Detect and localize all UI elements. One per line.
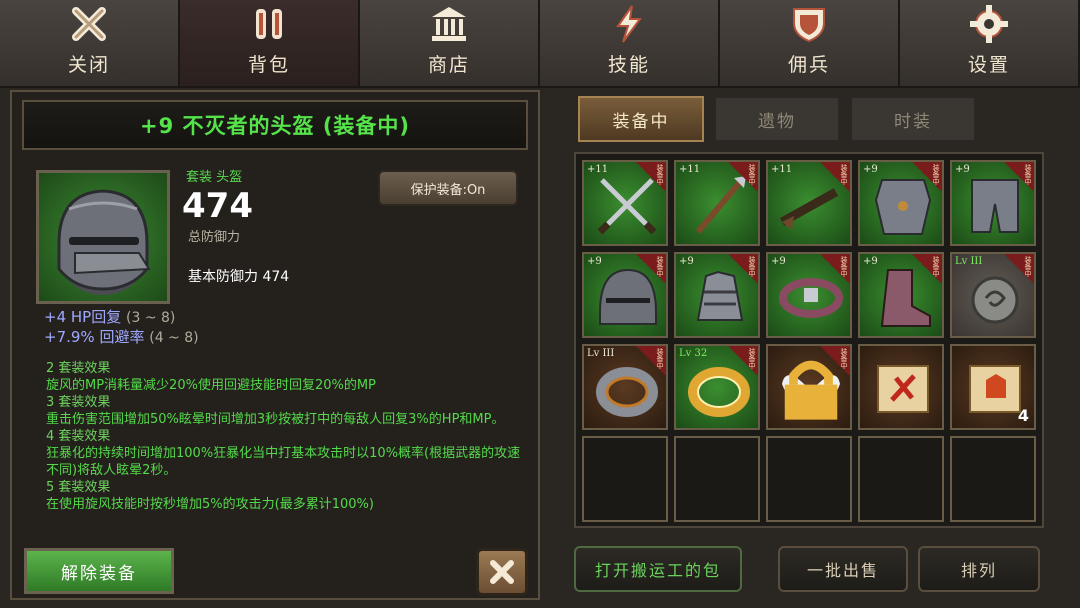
inventory-slot[interactable]: +9 装备中 <box>674 252 760 338</box>
stat-hp-regen: +4 HP回复 (3 ~ 8) <box>44 308 176 326</box>
set-effect-title: 3 套装效果 <box>46 395 111 410</box>
tab-mercenary[interactable]: 佣兵 <box>720 0 900 86</box>
equipped-badge: 装备中 <box>636 346 666 376</box>
set-effects-list: 2 套装效果 旋风的MP消耗量减少20%使用回避技能时回复20%的MP 3 套装… <box>46 360 530 513</box>
equipped-badge: 装备中 <box>636 254 666 284</box>
equipped-badge: 装备中 <box>820 162 850 192</box>
tab-settings[interactable]: 设置 <box>900 0 1080 86</box>
equipped-badge: 装备中 <box>1004 254 1034 284</box>
inventory-slot[interactable]: +11 装备中 <box>582 160 668 246</box>
item-level-label: +9 <box>955 164 970 175</box>
close-detail-button[interactable] <box>476 548 528 596</box>
tab-settings-label: 设置 <box>967 53 1010 76</box>
open-hauler-bag-button[interactable]: 打开搬运工的包 <box>574 546 742 592</box>
close-icon <box>490 560 514 584</box>
equipped-badge: 装备中 <box>728 254 758 284</box>
equipped-badge: 装备中 <box>636 162 666 192</box>
stat-evasion: +7.9% 回避率 (4 ~ 8) <box>44 328 199 346</box>
tab-skills-label: 技能 <box>607 53 650 76</box>
gear-icon <box>967 2 1011 46</box>
unequip-button[interactable]: 解除装备 <box>24 548 174 594</box>
set-effect-text: 重击伤害范围增加50%眩晕时间增加3秒按被打中的每敌人回复3%的HP和MP。 <box>46 412 505 427</box>
item-level-label: Lv III <box>955 256 983 267</box>
inventory-slot[interactable]: Lv 32 装备中 <box>674 344 760 430</box>
helmet-icon <box>36 170 170 304</box>
item-level-label: +9 <box>863 164 878 175</box>
top-navigation: 关闭 背包 商店 技能 佣兵 设置 <box>0 0 1080 88</box>
close-x-icon <box>67 2 111 46</box>
bulk-sell-button[interactable]: 一批出售 <box>778 546 908 592</box>
base-defense-text: 基本防御力 474 <box>188 269 290 285</box>
item-level-label: Lv III <box>587 348 615 359</box>
item-level-label: +9 <box>771 256 786 267</box>
tab-close-label: 关闭 <box>67 53 110 76</box>
inventory-slot-empty[interactable] <box>674 436 760 522</box>
inventory-slot[interactable]: +9 装备中 <box>582 252 668 338</box>
item-level-label: +9 <box>679 256 694 267</box>
tab-relics[interactable]: 遗物 <box>714 96 840 142</box>
sort-button[interactable]: 排列 <box>918 546 1040 592</box>
set-effect-title: 2 套装效果 <box>46 361 111 376</box>
tab-close[interactable]: 关闭 <box>0 0 180 86</box>
total-defense-label: 总防御力 <box>188 230 241 245</box>
equipped-badge: 装备中 <box>728 346 758 376</box>
scroll-red-icon <box>877 365 929 413</box>
set-effect-text: 在使用旋风技能时按秒增加5%的攻击力(最多累计100%) <box>46 497 374 512</box>
equipped-badge: 装备中 <box>912 254 942 284</box>
equipped-badge: 装备中 <box>820 254 850 284</box>
inventory-slot[interactable]: +11 装备中 <box>674 160 760 246</box>
inventory-slot-empty[interactable] <box>766 436 852 522</box>
item-level-label: +9 <box>587 256 602 267</box>
set-effect-text: 狂暴化的持续时间增加100%狂暴化当中打基本攻击时以10%概率(根据武器的攻速不… <box>46 446 521 478</box>
equipped-badge: 装备中 <box>728 162 758 192</box>
backpack-icon <box>247 2 291 46</box>
item-level-label: +11 <box>771 164 793 175</box>
tab-mercenary-label: 佣兵 <box>787 53 830 76</box>
inventory-slot[interactable]: 4 <box>950 344 1036 430</box>
equipped-badge: 装备中 <box>912 162 942 192</box>
set-effect-text: 旋风的MP消耗量减少20%使用回避技能时回复20%的MP <box>46 378 376 393</box>
tab-costume[interactable]: 时装 <box>850 96 976 142</box>
lock-icon <box>784 360 838 420</box>
inventory-slot[interactable]: +11 装备中 <box>766 160 852 246</box>
stack-count: 4 <box>1017 406 1029 425</box>
inventory-slot[interactable]: +9 装备中 <box>950 160 1036 246</box>
item-level-label: +9 <box>863 256 878 267</box>
set-effect-title: 5 套装效果 <box>46 480 111 495</box>
item-detail-panel: +9 不灭者的头盔 (装备中) 套装 头盔 474 总防御力 基本防御力 474… <box>10 90 540 600</box>
tab-shop[interactable]: 商店 <box>360 0 540 86</box>
protect-equipment-toggle[interactable]: 保护装备:On <box>378 170 518 206</box>
inventory-slot[interactable]: Lv III 装备中 <box>582 344 668 430</box>
inventory-slot-empty[interactable] <box>858 436 944 522</box>
inventory-slot-empty[interactable] <box>582 436 668 522</box>
inventory-slot-empty[interactable] <box>950 436 1036 522</box>
tab-shop-label: 商店 <box>427 53 470 76</box>
set-type-label: 套装 头盔 <box>186 170 243 185</box>
stat-list: +4 HP回复 (3 ~ 8) +7.9% 回避率 (4 ~ 8) <box>44 306 524 346</box>
inventory-grid: +11 装备中 +11 装备中 +11 装备中 +9 装备中 +9 装备中 +9 装备中 +9 装备中 +9… <box>574 152 1044 528</box>
item-level-label: +11 <box>587 164 609 175</box>
tab-backpack-label: 背包 <box>247 53 290 76</box>
inventory-slot[interactable]: +9 装备中 <box>858 252 944 338</box>
equipped-badge: 装备中 <box>1004 162 1034 192</box>
inventory-slot[interactable]: +9 装备中 <box>858 160 944 246</box>
inventory-slot[interactable]: +9 装备中 <box>766 252 852 338</box>
inventory-subtabs: 装备中 遗物 时装 <box>578 96 976 142</box>
set-effect-title: 4 套装效果 <box>46 429 111 444</box>
shop-temple-icon <box>427 2 471 46</box>
inventory-slot[interactable]: Lv III 装备中 <box>950 252 1036 338</box>
tab-skills[interactable]: 技能 <box>540 0 720 86</box>
tab-equipped[interactable]: 装备中 <box>578 96 704 142</box>
item-level-label: +11 <box>679 164 701 175</box>
inventory-slot[interactable]: 装备中 <box>766 344 852 430</box>
lightning-skill-icon <box>607 2 651 46</box>
shield-mercenary-icon <box>787 2 831 46</box>
total-defense-value: 474 <box>182 186 253 226</box>
item-level-label: Lv 32 <box>679 348 708 359</box>
inventory-slot[interactable] <box>858 344 944 430</box>
tab-backpack[interactable]: 背包 <box>180 0 360 86</box>
item-title: +9 不灭者的头盔 (装备中) <box>22 100 528 150</box>
